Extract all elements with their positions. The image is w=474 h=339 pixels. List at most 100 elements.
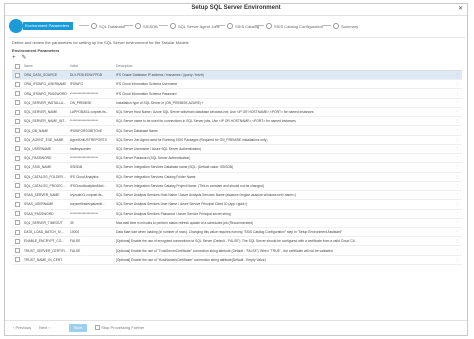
row-menu-icon[interactable]: ⋮ (452, 129, 462, 133)
param-value: FALSE (70, 248, 81, 253)
table-row[interactable]: ORA_IFSINFO_PASSWORD ********************… (12, 89, 462, 99)
column-header-name[interactable]: Name (22, 64, 68, 68)
row-checkbox[interactable] (12, 229, 22, 235)
table-row[interactable]: ENABLE_ENCRYPT_CO... FALSE [Optional] Enab… (12, 237, 462, 247)
table-row[interactable]: SSAS_SERVER_NAME IvyzodeX1.corpnet.ifs...… (12, 191, 462, 201)
param-description: SQL Server Username / Azure SQL Server A… (116, 146, 202, 151)
table-row[interactable]: SQL_AGENT_EXE_NAME AgentXmlUSTREPORTS SQL … (12, 136, 462, 145)
row-menu-icon[interactable]: ⋮ (452, 138, 462, 142)
row-checkbox[interactable] (12, 248, 22, 254)
table-row[interactable]: SQL_DB_NAME IFSINFORSOBITOVE SQL Server Da… (12, 126, 462, 136)
param-name: ENABLE_ENCRYPT_CO... (24, 239, 65, 244)
table-row[interactable]: SQL_PASSWORD ********************** SQL Se… (12, 154, 462, 164)
param-name: SQL_CATALOG_PROJEC... (24, 183, 66, 188)
row-checkbox[interactable] (12, 81, 22, 87)
row-menu-icon[interactable]: ⋮ (452, 165, 462, 169)
step-label: Environment Parameters (23, 21, 74, 30)
row-menu-icon[interactable]: ⋮ (452, 249, 462, 253)
param-value: DLV-PDB.EDW.FPDB (70, 73, 102, 78)
title-bar: Setup SQL Server Environment ✕ (5, 4, 467, 16)
step-label: SQL Database (99, 23, 126, 29)
row-menu-icon[interactable]: ⋮ (452, 156, 462, 160)
param-name: TRUST_SERVER_CERTIFI... (24, 248, 68, 253)
column-header-description[interactable]: Description (114, 64, 452, 68)
row-checkbox[interactable] (12, 137, 22, 143)
step-ssis-catalog[interactable]: SSIS Catalog (227, 21, 259, 31)
param-name: SSAS_USERNAME (24, 202, 54, 207)
step-sql-server-agent-jobs[interactable]: SQL Server Agent Jobs (170, 21, 220, 31)
table-row[interactable]: SQL_CATALOG_FOLDER... IFS Cloud Analytics… (12, 173, 462, 182)
edit-icon[interactable]: ✎ (22, 54, 27, 62)
step-ssis-catalog-configuration[interactable]: SSIS Catalog Configuration (266, 21, 323, 31)
table-row[interactable]: ORA_IFSINFO_USERNAME IFSINFO IFS Cloud Inf… (12, 80, 462, 90)
page-description: Define and review the parameters for set… (12, 40, 189, 45)
row-menu-icon[interactable]: ⋮ (452, 193, 462, 197)
step-ssisdb[interactable]: SSISDB (135, 21, 158, 31)
row-checkbox[interactable] (12, 164, 22, 170)
table-row[interactable]: SQL_CATALOG_PROJEC... IFSCloudAnalyticsMo… (12, 182, 462, 192)
row-checkbox[interactable] (12, 146, 22, 152)
table-row[interactable]: SSAS_PASSWORD ********************** SQL S… (12, 210, 462, 219)
add-icon[interactable]: + (12, 54, 16, 62)
row-menu-icon[interactable]: ⋮ (452, 202, 462, 206)
stop-processing-checkbox[interactable]: Stop Processing Further (95, 324, 144, 332)
param-description: IFS Oracle Database IP address / tnsname… (116, 73, 204, 78)
row-menu-icon[interactable]: ⋮ (452, 175, 462, 179)
row-checkbox[interactable] (12, 220, 22, 226)
row-menu-icon[interactable]: ⋮ (452, 92, 462, 96)
row-checkbox[interactable] (12, 100, 22, 106)
row-checkbox[interactable] (12, 183, 22, 189)
param-description: IFS Cloud Information Schema Password (116, 91, 177, 96)
row-menu-icon[interactable]: ⋮ (452, 239, 462, 243)
table-row[interactable]: SQL_SERVER_INSTALLA... ON_PREMISE Installa… (12, 99, 462, 108)
row-checkbox[interactable] (12, 72, 22, 78)
table-row[interactable]: TRUST_NAME_IN_CERT [Optional] Enable the … (12, 256, 462, 265)
table-row[interactable]: SQL_SSIS_NAME SSISDB SQL Server Integratio… (12, 163, 462, 173)
table-row[interactable]: ORA_DATA_SOURCE DLV-PDB.EDW.FPDB IFS Oracl… (12, 71, 462, 81)
row-checkbox[interactable] (12, 211, 22, 217)
row-menu-icon[interactable]: ⋮ (452, 258, 462, 262)
param-value: irsdbsysuxdev (70, 146, 91, 151)
row-menu-icon[interactable]: ⋮ (452, 212, 462, 216)
select-all-checkbox[interactable] (12, 63, 22, 69)
step-sql-database[interactable]: SQL Database (91, 21, 125, 31)
parameters-table: Name Value Description ORA_DATA_SOURCE DL… (12, 62, 462, 265)
step-summary[interactable]: Summary (333, 21, 358, 31)
table-row[interactable]: SQL_USERNAME irsdbsysuxdev SQL Server User… (12, 145, 462, 155)
row-menu-icon[interactable]: ⋮ (452, 110, 462, 114)
row-checkbox[interactable] (12, 201, 22, 207)
start-button[interactable]: Start (69, 324, 87, 332)
row-menu-icon[interactable]: ⋮ (452, 82, 462, 86)
row-menu-icon[interactable]: ⋮ (452, 184, 462, 188)
table-row[interactable]: SSAS_USERNAME corpnet\irsdevpaizeob... SQL… (12, 200, 462, 210)
previous-button[interactable]: ‹ Previous (13, 324, 31, 332)
close-icon[interactable]: ✕ (458, 5, 463, 12)
step-pending-icon (227, 23, 233, 29)
row-checkbox[interactable] (12, 238, 22, 244)
row-menu-icon[interactable]: ⋮ (452, 221, 462, 225)
table-toolbar: + ✎ (12, 54, 27, 62)
row-checkbox[interactable] (12, 128, 22, 134)
step-environment-parameters[interactable]: Environment Parameters (9, 18, 74, 33)
row-checkbox[interactable] (12, 91, 22, 97)
table-row[interactable]: SQL_SERVER_TIMEOUT 30 Max wait time in min… (12, 219, 462, 228)
row-checkbox[interactable] (12, 192, 22, 198)
param-value: ********************** (70, 91, 99, 96)
row-checkbox[interactable] (12, 155, 22, 161)
table-row[interactable]: DATA_LOAD_BATCH_SI... 10000 Data Mart size… (12, 228, 462, 238)
row-checkbox[interactable] (12, 109, 22, 115)
row-checkbox[interactable] (12, 257, 22, 263)
row-menu-icon[interactable]: ⋮ (452, 230, 462, 234)
row-menu-icon[interactable]: ⋮ (452, 101, 462, 105)
row-menu-icon[interactable]: ⋮ (452, 73, 462, 77)
table-row[interactable]: SQL_SERVER_NAME_INT... ******************… (12, 117, 462, 127)
column-header-value[interactable]: Value (68, 64, 114, 68)
param-name: DATA_LOAD_BATCH_SI... (24, 230, 64, 235)
row-menu-icon[interactable]: ⋮ (452, 119, 462, 123)
next-button[interactable]: Next › (39, 324, 50, 332)
row-checkbox[interactable] (12, 118, 22, 124)
table-row[interactable]: TRUST_SERVER_CERTIFI... FALSE [Optional] E… (12, 246, 462, 256)
row-checkbox[interactable] (12, 174, 22, 180)
row-menu-icon[interactable]: ⋮ (452, 147, 462, 151)
table-row[interactable]: SQL_SERVER_NAME LAPPOBAS1.corpnet.ifs... S… (12, 108, 462, 118)
